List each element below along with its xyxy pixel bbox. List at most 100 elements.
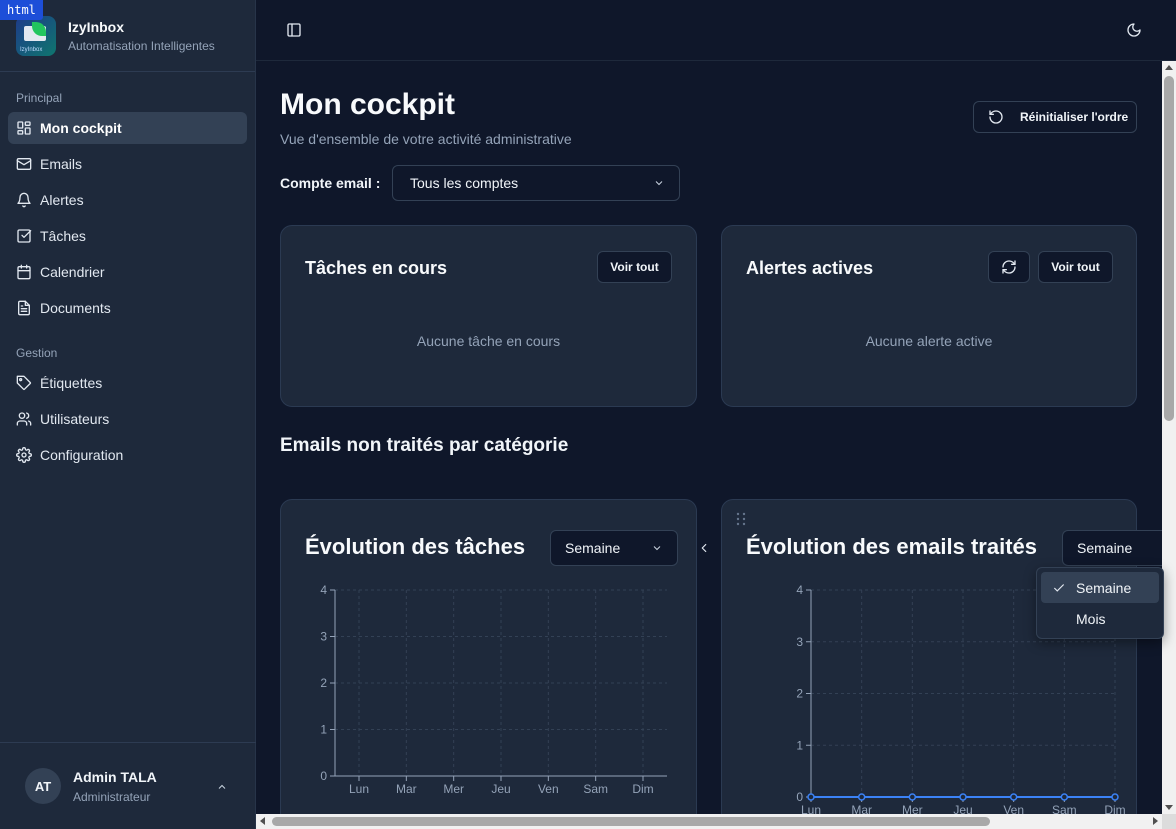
data-point	[857, 793, 866, 801]
y-tick-label: 1	[796, 738, 803, 752]
x-tick-label: Mer	[902, 803, 923, 814]
y-tick-label: 1	[320, 723, 327, 737]
chevron-down-icon	[653, 546, 661, 551]
brand-subtitle: Automatisation Intelligentes	[68, 38, 215, 53]
tasks-period-value: Semaine	[565, 540, 621, 556]
x-tick-label: Jeu	[953, 803, 972, 814]
period-option-mois[interactable]: Mois	[1041, 603, 1159, 634]
sidebar: IzyInbox IzyInbox Automatisation Intelli…	[0, 0, 256, 829]
sidebar-item-label: Mon cockpit	[40, 120, 122, 136]
sidebar-item-etiquettes[interactable]: Étiquettes	[8, 367, 247, 399]
user-role: Administrateur	[73, 789, 151, 804]
settings-icon	[16, 447, 32, 463]
y-tick-label: 3	[796, 635, 803, 649]
emails-period-select[interactable]: Semaine	[1062, 530, 1162, 566]
data-point	[1111, 793, 1119, 801]
y-tick-label: 4	[320, 583, 327, 597]
brand-logo-text: IzyInbox	[20, 46, 43, 53]
main-content: Mon cockpit Vue d'ensemble de votre acti…	[256, 61, 1162, 814]
x-tick-label: Sam	[1052, 803, 1077, 814]
tasks-view-all-button[interactable]: Voir tout	[597, 251, 672, 283]
reset-order-label: Réinitialiser l'ordre	[1020, 110, 1129, 124]
horizontal-scrollbar-thumb[interactable]	[272, 817, 990, 826]
sidebar-item-utilisateurs[interactable]: Utilisateurs	[8, 403, 247, 435]
period-option-label: Mois	[1076, 610, 1106, 627]
tasks-period-select[interactable]: Semaine	[550, 530, 678, 566]
page-subtitle: Vue d'ensemble de votre activité adminis…	[280, 131, 572, 147]
x-tick-label: Dim	[632, 782, 653, 796]
nav-section-gestion: Gestion Étiquettes Utilisateurs Configur…	[0, 344, 255, 471]
top-bar	[256, 0, 1176, 61]
chevron-down-icon	[655, 181, 663, 186]
nav-section-principal: Principal Mon cockpit Emails Alertes Tâc…	[0, 89, 255, 324]
chevron-up-icon[interactable]	[216, 780, 228, 792]
sidebar-item-emails[interactable]: Emails	[8, 148, 247, 180]
scroll-up-arrow-icon[interactable]	[1165, 65, 1173, 70]
data-point	[959, 793, 967, 801]
account-select-value: Tous les comptes	[410, 175, 519, 191]
emails-period-value: Semaine	[1077, 540, 1133, 556]
sidebar-item-label: Documents	[40, 300, 111, 316]
period-dropdown-menu: Semaine Mois	[1036, 567, 1164, 639]
panel-left-icon	[287, 23, 301, 37]
tasks-card: Tâches en cours Voir tout Aucune tâche e…	[280, 225, 697, 407]
scroll-left-arrow-icon[interactable]	[260, 817, 265, 825]
file-text-icon	[18, 300, 30, 316]
tag-icon	[16, 375, 32, 391]
horizontal-scrollbar[interactable]	[256, 814, 1162, 829]
data-point	[1009, 793, 1018, 801]
vertical-scrollbar-thumb[interactable]	[1164, 76, 1174, 421]
y-tick-label: 4	[796, 583, 803, 597]
nav-section-title: Gestion	[16, 346, 58, 360]
tasks-empty-text: Aucune tâche en cours	[416, 333, 561, 349]
x-tick-label: Ven	[538, 782, 559, 796]
x-tick-label: Mar	[851, 803, 872, 814]
x-tick-label: Dim	[1104, 803, 1125, 814]
tasks-card-title: Tâches en cours	[305, 258, 448, 278]
sidebar-item-taches[interactable]: Tâches	[8, 220, 247, 252]
sidebar-item-label: Configuration	[40, 447, 124, 463]
theme-toggle-button[interactable]	[1122, 18, 1146, 42]
reset-order-button[interactable]: Réinitialiser l'ordre	[973, 101, 1137, 133]
emails-category-title: Emails non traités par catégorie	[280, 435, 569, 456]
sidebar-item-label: Utilisateurs	[40, 411, 110, 427]
alerts-view-all-button[interactable]: Voir tout	[1038, 251, 1113, 283]
sidebar-item-alertes[interactable]: Alertes	[8, 184, 247, 216]
drag-handle-icon[interactable]	[736, 512, 746, 526]
check-icon	[1052, 581, 1066, 595]
sidebar-item-documents[interactable]: Documents	[8, 292, 247, 324]
y-tick-label: 2	[796, 687, 803, 701]
sidebar-toggle-button[interactable]	[282, 18, 306, 42]
sidebar-item-label: Étiquettes	[40, 375, 103, 391]
sidebar-item-mon-cockpit[interactable]: Mon cockpit	[8, 112, 247, 144]
tasks-evolution-chart: 0 1 2 3 4 Lun Mar Mer Jeu Ven Sam Dim	[320, 583, 667, 796]
avatar: AT	[25, 768, 61, 804]
brand-name: IzyInbox	[68, 18, 125, 35]
x-tick-label: Lun	[801, 803, 821, 814]
user-menu[interactable]: AT Admin TALA Administrateur	[0, 742, 256, 829]
period-option-semaine[interactable]: Semaine	[1041, 572, 1159, 603]
rotate-ccw-icon	[989, 110, 1003, 124]
scrollbar-corner	[1162, 814, 1176, 829]
sidebar-item-calendrier[interactable]: Calendrier	[8, 256, 247, 288]
y-tick-label: 0	[796, 790, 803, 804]
nav-section-title: Principal	[16, 91, 63, 105]
collapse-arrow-button[interactable]	[696, 536, 712, 560]
sidebar-item-configuration[interactable]: Configuration	[8, 439, 247, 471]
sidebar-item-label: Emails	[40, 156, 83, 172]
user-name: Admin TALA	[73, 768, 157, 785]
x-tick-label: Lun	[349, 782, 369, 796]
vertical-scrollbar[interactable]	[1162, 61, 1176, 814]
refresh-icon	[1002, 260, 1016, 274]
layout-dashboard-icon	[17, 121, 31, 135]
scroll-down-arrow-icon[interactable]	[1165, 805, 1173, 810]
y-tick-label: 2	[320, 676, 327, 690]
sidebar-item-label: Tâches	[40, 228, 86, 244]
alerts-refresh-button[interactable]	[988, 251, 1030, 283]
emails-evolution-card: Évolution des emails traités Semaine 0 1 2…	[721, 499, 1162, 814]
brand-logo-icon: IzyInbox	[16, 15, 56, 56]
x-tick-label: Jeu	[491, 782, 510, 796]
account-select[interactable]: Tous les comptes	[392, 165, 680, 201]
sidebar-item-label: Alertes	[40, 192, 84, 208]
scroll-right-arrow-icon[interactable]	[1153, 817, 1158, 825]
